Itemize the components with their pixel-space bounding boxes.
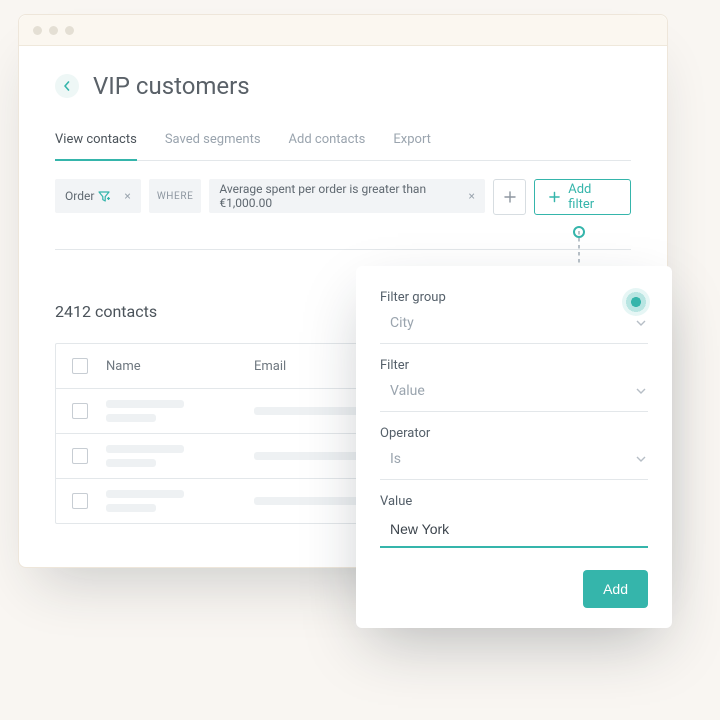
funnel-icon <box>98 191 110 202</box>
pulse-indicator-icon <box>622 288 650 316</box>
filter-popover: Filter group City Filter Value Operator … <box>356 266 672 628</box>
window-titlebar <box>19 15 667 46</box>
where-chip: WHERE <box>149 179 202 213</box>
chevron-left-icon <box>62 81 72 91</box>
popover-add-button[interactable]: Add <box>583 570 648 608</box>
filter-condition-chip[interactable]: Average spent per order is greater than … <box>209 179 485 213</box>
col-name[interactable]: Name <box>106 359 236 374</box>
field-label-group: Filter group <box>380 290 648 305</box>
chevron-down-icon <box>636 388 646 394</box>
filter-bar: Order × WHERE Average spent per order is… <box>55 179 631 215</box>
tab-export[interactable]: Export <box>393 132 431 160</box>
row-checkbox[interactable] <box>72 448 88 464</box>
filter-source-chip[interactable]: Order × <box>55 179 141 213</box>
filter-condition-text: Average spent per order is greater than … <box>219 182 460 210</box>
tab-view-contacts[interactable]: View contacts <box>55 132 137 161</box>
chevron-down-icon <box>636 320 646 326</box>
add-filter-label: Add filter <box>568 182 616 212</box>
operator-select[interactable]: Is <box>380 447 648 480</box>
filter-group-select[interactable]: City <box>380 311 648 344</box>
filter-select[interactable]: Value <box>380 379 648 412</box>
page-title: VIP customers <box>93 72 250 100</box>
tab-saved-segments[interactable]: Saved segments <box>165 132 261 160</box>
back-button[interactable] <box>55 74 79 98</box>
add-filter-button[interactable]: Add filter <box>534 179 631 215</box>
value-input[interactable] <box>390 521 646 537</box>
row-checkbox[interactable] <box>72 403 88 419</box>
plus-icon <box>504 191 516 203</box>
field-label-operator: Operator <box>380 426 648 441</box>
chevron-down-icon <box>636 456 646 462</box>
filter-group-value: City <box>390 315 414 331</box>
window-dot <box>49 26 58 35</box>
filter-value: Value <box>390 383 425 399</box>
filter-source-label: Order <box>65 189 94 203</box>
divider <box>55 249 631 250</box>
remove-source-icon[interactable]: × <box>124 189 130 203</box>
where-label: WHERE <box>157 191 194 202</box>
window-dot <box>33 26 42 35</box>
select-all-checkbox[interactable] <box>72 358 88 374</box>
remove-condition-icon[interactable]: × <box>468 189 474 203</box>
tabs: View contacts Saved segments Add contact… <box>55 132 631 161</box>
row-checkbox[interactable] <box>72 493 88 509</box>
plus-icon <box>549 191 560 203</box>
field-label-filter: Filter <box>380 358 648 373</box>
window-dot <box>65 26 74 35</box>
tab-add-contacts[interactable]: Add contacts <box>289 132 366 160</box>
operator-value: Is <box>390 451 401 467</box>
field-label-value: Value <box>380 494 648 509</box>
add-condition-button[interactable] <box>493 179 526 215</box>
